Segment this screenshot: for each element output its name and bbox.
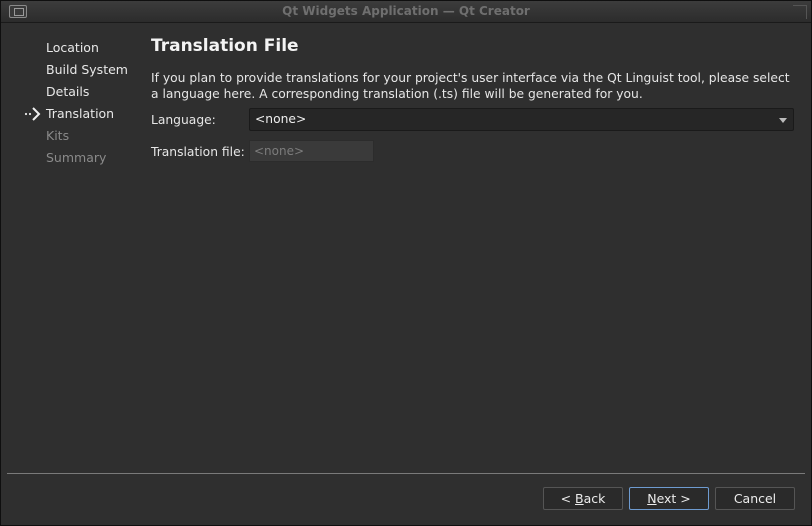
wizard-window: Qt Widgets Application — Qt Creator Loca… — [0, 0, 812, 526]
step-translation: Translation — [21, 103, 141, 125]
step-build-system: Build System — [21, 59, 141, 81]
arrow-right-icon — [23, 103, 43, 125]
page-content: Translation File If you plan to provide … — [151, 31, 796, 166]
translation-file-row: Translation file: <none> — [151, 140, 796, 166]
back-button[interactable]: < Back — [543, 487, 623, 510]
back-mnemonic: B — [575, 491, 584, 506]
title-bar[interactable]: Qt Widgets Application — Qt Creator — [1, 1, 811, 23]
step-label: Build System — [46, 62, 128, 77]
step-details: Details — [21, 81, 141, 103]
step-location: Location — [21, 37, 141, 59]
translation-file-label: Translation file: — [151, 145, 245, 159]
language-label: Language: — [151, 113, 216, 127]
language-row: Language: <none> — [151, 108, 796, 134]
step-summary: Summary — [21, 147, 141, 169]
translation-file-field: <none> — [249, 140, 374, 162]
step-label: Details — [46, 84, 90, 99]
cancel-button[interactable]: Cancel — [715, 487, 795, 510]
window-corner-icon — [793, 5, 807, 19]
step-label: Translation — [46, 106, 115, 121]
step-kits: Kits — [21, 125, 141, 147]
page-title: Translation File — [151, 36, 299, 56]
chevron-down-icon — [779, 118, 787, 123]
step-label: Kits — [46, 128, 70, 143]
back-prefix: < — [560, 491, 576, 506]
next-mnemonic: N — [647, 491, 657, 506]
wizard-steps-sidebar: Location Build System Details Translatio… — [21, 37, 141, 169]
back-rest: ack — [583, 491, 606, 506]
page-description: If you plan to provide translations for … — [151, 71, 790, 101]
language-combobox[interactable]: <none> — [249, 108, 794, 131]
step-label: Location — [46, 40, 99, 55]
next-rest: ext > — [656, 491, 691, 506]
next-button[interactable]: Next > — [629, 487, 709, 510]
step-label: Summary — [46, 150, 107, 165]
button-separator — [7, 473, 805, 474]
language-value: <none> — [255, 112, 307, 126]
window-title: Qt Widgets Application — Qt Creator — [282, 4, 530, 18]
